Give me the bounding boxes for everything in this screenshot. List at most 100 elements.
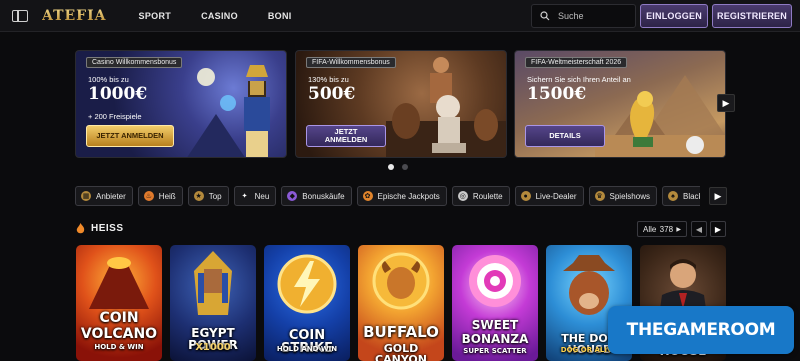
game-tile[interactable]: BUFFALO GOLD CANYON (358, 245, 444, 361)
gameshow-icon: ♛ (594, 191, 605, 201)
game-title: BONANZA (461, 332, 529, 346)
category-label: Heiß (158, 191, 176, 201)
nav-boni[interactable]: BONI (268, 11, 292, 21)
blackjack-icon: ♠ (667, 191, 678, 201)
lollipop-art (469, 255, 521, 307)
category-label: Anbieter (96, 191, 126, 201)
banner-ribbon: FIFA-Willkommensbonus (306, 57, 396, 68)
game-subtitle: SUPER SCATTER (463, 347, 527, 355)
chevron-left-icon: ◀ (695, 224, 703, 234)
carousel-dots (388, 164, 408, 170)
game-subtitle: HOLD & WIN (94, 343, 144, 351)
banner-extra: + 200 Freispiele (88, 112, 142, 121)
game-title: VOLCANO (80, 326, 158, 342)
chevron-right-icon: ▶ (714, 190, 722, 201)
category-label: Top (208, 191, 222, 201)
game-subtitle: HOLD AND WIN (276, 345, 338, 353)
pharaoh-art (187, 65, 270, 157)
game-tile[interactable]: COIN VOLCANO HOLD & WIN (76, 245, 162, 361)
bonus-buy-icon: ◆ (287, 191, 298, 201)
game-tile[interactable]: COIN STRIKE HOLD AND WIN (264, 245, 350, 361)
top-icon: ★ (193, 191, 204, 201)
banner-subtitle: Sichern Sie sich Ihren Anteil an (527, 75, 631, 84)
chevron-right-icon: ▶ (722, 97, 730, 108)
watermark-text: THEGAMEROOM (626, 320, 776, 340)
banner-cta-button[interactable]: JETZT ANMELDEN (306, 125, 386, 147)
category-live-dealer[interactable]: ● Live-Dealer (514, 186, 584, 206)
category-label: Blackja (682, 191, 700, 201)
game-subtitle: X1000 (195, 342, 231, 353)
flame-icon (76, 223, 85, 234)
nav-casino[interactable]: CASINO (201, 11, 238, 21)
buffalo-coin-art (372, 252, 430, 310)
category-heiss[interactable]: ♨ Heiß (137, 186, 183, 206)
game-subtitle: GOLD CANYON (375, 342, 427, 361)
category-label: Spielshows (609, 191, 650, 201)
category-roulette[interactable]: ◎ Roulette (451, 186, 510, 206)
category-anbieter[interactable]: ▦ Anbieter (75, 186, 133, 206)
live-dealer-icon: ● (520, 191, 531, 201)
promo-banner-worldcup[interactable]: FIFA-Weltmeisterschaft 2026 Sichern Sie … (514, 50, 726, 158)
carousel-dot[interactable] (388, 164, 394, 170)
main-nav: SPORT CASINO BONI (139, 11, 292, 21)
login-button[interactable]: EINLOGGEN (640, 4, 708, 28)
game-count: 378 (659, 224, 674, 234)
banner-ribbon: FIFA-Weltmeisterschaft 2026 (525, 57, 628, 68)
category-epische-jackpots[interactable]: ✿ Epische Jackpots (356, 186, 447, 206)
volcano-art (89, 257, 149, 309)
roulette-icon: ◎ (457, 191, 468, 201)
sculptor-art (386, 57, 506, 157)
pharaoh-art (194, 251, 232, 315)
promo-banner-fifa[interactable]: FIFA-Willkommensbonus 130% bis zu 500€ J… (295, 50, 507, 158)
banner-amount: 1000€ (88, 84, 148, 104)
register-button[interactable]: REGISTRIEREN (712, 4, 792, 28)
section-title: HEISS (91, 223, 124, 234)
category-label: Neu (254, 191, 270, 201)
trophy-art (595, 75, 725, 157)
prev-page-button[interactable]: ◀ (691, 221, 707, 237)
banner-cta-button[interactable]: DETAILS (525, 125, 605, 147)
banner-amount: 500€ (308, 84, 356, 104)
category-label: Roulette (472, 191, 503, 201)
search-placeholder: Suche (558, 11, 584, 21)
category-top[interactable]: ★ Top (187, 186, 229, 206)
logo[interactable]: ATEFIA (42, 8, 107, 24)
search-icon (540, 11, 550, 21)
flame-icon: ♨ (143, 191, 154, 201)
banner-subtitle: 130% bis zu (308, 75, 349, 84)
nav-sport[interactable]: SPORT (139, 11, 172, 21)
carousel-next-button[interactable]: ▶ (717, 94, 735, 112)
category-bar: ▦ Anbieter ♨ Heiß ★ Top ✦ Neu ◆ Bonuskäufe ✿ E… (75, 186, 700, 206)
game-tile[interactable]: SWEET BONANZA SUPER SCATTER (452, 245, 538, 361)
category-spielshows[interactable]: ♛ Spielshows (588, 186, 657, 206)
watermark-logo: THEGAMEROOM (608, 306, 794, 354)
search-input[interactable]: Suche (531, 4, 636, 28)
section-header: HEISS (76, 223, 124, 234)
view-all-label: Alle (643, 224, 657, 234)
promo-banner-casino[interactable]: Casino Willkommensbonus 100% bis zu 1000… (75, 50, 287, 158)
game-tile[interactable]: EGYPT POWER X1000 (170, 245, 256, 361)
category-label: Bonuskäufe (302, 191, 345, 201)
category-bonuskaeufe[interactable]: ◆ Bonuskäufe (281, 186, 352, 206)
category-neu[interactable]: ✦ Neu (233, 186, 277, 206)
banner-amount: 1500€ (527, 84, 587, 104)
view-all-button[interactable]: Alle 378 ▶ (637, 221, 687, 237)
banner-ribbon: Casino Willkommensbonus (86, 57, 183, 68)
jackpot-icon: ✿ (362, 191, 373, 201)
game-title: COIN (99, 310, 139, 326)
banner-cta-button[interactable]: JETZT ANMELDEN (86, 125, 174, 147)
category-blackjack[interactable]: ♠ Blackja (661, 186, 700, 206)
category-label: Epische Jackpots (377, 191, 440, 201)
next-page-button[interactable]: ▶ (710, 221, 726, 237)
chevron-right-icon: ▶ (714, 224, 722, 234)
provider-icon: ▦ (81, 191, 91, 201)
sparkle-icon: ✦ (241, 193, 248, 200)
category-label: Live-Dealer (535, 191, 577, 201)
sidebar-toggle-icon[interactable] (12, 9, 28, 22)
banner-subtitle: 100% bis zu (88, 75, 129, 84)
game-title: SWEET (471, 318, 519, 332)
carousel-dot[interactable] (402, 164, 408, 170)
chevron-right-icon: ▶ (676, 226, 681, 233)
category-next-button[interactable]: ▶ (709, 187, 727, 205)
coin-lightning-art (277, 254, 337, 314)
